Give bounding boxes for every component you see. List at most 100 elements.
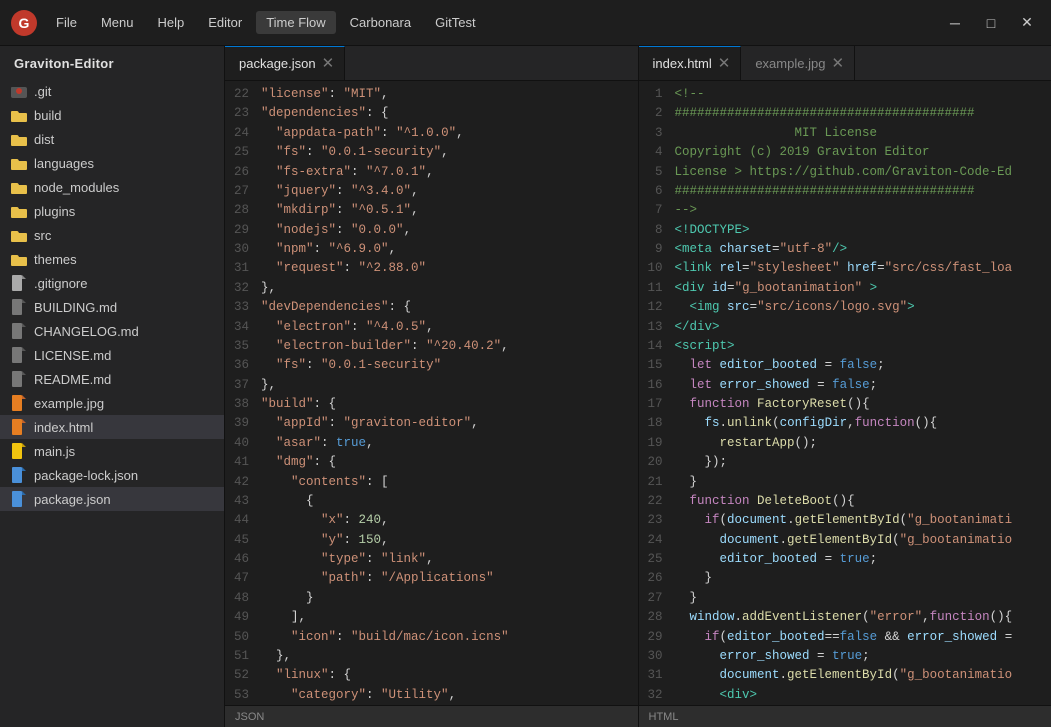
sidebar-item-BUILDING-md[interactable]: BUILDING.md — [0, 295, 224, 319]
code-line: 14<script> — [639, 337, 1051, 356]
line-number: 44 — [225, 511, 261, 530]
menu-item-carbonara[interactable]: Carbonara — [340, 11, 421, 34]
line-number: 13 — [639, 318, 675, 337]
sidebar-item-dist[interactable]: dist — [0, 127, 224, 151]
right-tab-index-html[interactable]: index.html✕ — [639, 46, 742, 80]
right-lang-label: HTML — [639, 705, 1051, 727]
line-number: 28 — [225, 201, 261, 220]
line-content: }); — [675, 453, 1051, 472]
line-number: 4 — [639, 143, 675, 162]
line-content: "contents": [ — [261, 473, 638, 492]
line-content: "dmg": { — [261, 453, 638, 472]
sidebar-item-index-html[interactable]: index.html — [0, 415, 224, 439]
line-content: </div> — [675, 318, 1051, 337]
sidebar-item-themes[interactable]: themes — [0, 247, 224, 271]
line-number: 31 — [225, 259, 261, 278]
menu-item-gittest[interactable]: GitTest — [425, 11, 485, 34]
code-line: 33"devDependencies": { — [225, 298, 638, 317]
line-content: let editor_booted = false; — [675, 356, 1051, 375]
line-content: "electron-builder": "^20.40.2", — [261, 337, 638, 356]
sidebar-item-example-jpg[interactable]: example.jpg — [0, 391, 224, 415]
sidebar-title: Graviton-Editor — [0, 46, 224, 79]
left-tab-close[interactable]: ✕ — [322, 56, 335, 71]
line-number: 18 — [639, 414, 675, 433]
line-number: 25 — [639, 550, 675, 569]
line-number: 40 — [225, 434, 261, 453]
left-tab-label: package.json — [239, 56, 316, 71]
code-line: 25 "fs": "0.0.1-security", — [225, 143, 638, 162]
sidebar-item-CHANGELOG-md[interactable]: CHANGELOG.md — [0, 319, 224, 343]
sidebar-item-README-md[interactable]: README.md — [0, 367, 224, 391]
line-number: 27 — [225, 182, 261, 201]
sidebar-item--git[interactable]: .git — [0, 79, 224, 103]
line-content: "build": { — [261, 395, 638, 414]
code-line: 45 "y": 150, — [225, 531, 638, 550]
line-number: 26 — [225, 163, 261, 182]
line-content: "appdata-path": "^1.0.0", — [261, 124, 638, 143]
line-content: "path": "/Applications" — [261, 569, 638, 588]
code-line: 35 "electron-builder": "^20.40.2", — [225, 337, 638, 356]
code-line: 32}, — [225, 279, 638, 298]
line-number: 43 — [225, 492, 261, 511]
file-icon-package-json — [10, 490, 28, 508]
sidebar: Graviton-Editor .gitbuilddistlanguagesno… — [0, 46, 225, 727]
line-content: "type": "link", — [261, 550, 638, 569]
sidebar-item-package-lock-json[interactable]: package-lock.json — [0, 463, 224, 487]
code-line: 22 function DeleteBoot(){ — [639, 492, 1051, 511]
code-line: 23"dependencies": { — [225, 104, 638, 123]
sidebar-item-LICENSE-md[interactable]: LICENSE.md — [0, 343, 224, 367]
line-number: 15 — [639, 356, 675, 375]
line-number: 30 — [639, 647, 675, 666]
menu-item-editor[interactable]: Editor — [198, 11, 252, 34]
line-number: 10 — [639, 259, 675, 278]
right-tab-example-jpg[interactable]: example.jpg✕ — [741, 46, 855, 80]
sidebar-item-src[interactable]: src — [0, 223, 224, 247]
line-number: 32 — [639, 686, 675, 705]
tab-close-icon[interactable]: ✕ — [718, 56, 731, 71]
code-line: 30 "npm": "^6.9.0", — [225, 240, 638, 259]
line-number: 24 — [225, 124, 261, 143]
line-number: 23 — [639, 511, 675, 530]
maximize-button[interactable]: □ — [977, 9, 1005, 37]
menu-item-menu[interactable]: Menu — [91, 11, 144, 34]
file-icon-src — [10, 226, 28, 244]
code-line: 38"build": { — [225, 395, 638, 414]
menu-item-help[interactable]: Help — [147, 11, 194, 34]
line-number: 6 — [639, 182, 675, 201]
menu-item-file[interactable]: File — [46, 11, 87, 34]
line-content: if(editor_booted==false && error_showed … — [675, 628, 1051, 647]
code-line: 27 } — [639, 589, 1051, 608]
line-number: 34 — [225, 318, 261, 337]
left-tab-package-json[interactable]: package.json ✕ — [225, 46, 345, 80]
sidebar-item-node_modules[interactable]: node_modules — [0, 175, 224, 199]
left-code-scroll[interactable]: 22"license": "MIT",23"dependencies": {24… — [225, 81, 638, 705]
close-button[interactable]: ✕ — [1013, 9, 1041, 37]
line-content: "linux": { — [261, 666, 638, 685]
sidebar-item-plugins[interactable]: plugins — [0, 199, 224, 223]
line-content: <link rel="stylesheet" href="src/css/fas… — [675, 259, 1051, 278]
sidebar-item-main-js[interactable]: main.js — [0, 439, 224, 463]
line-number: 53 — [225, 686, 261, 705]
line-number: 19 — [639, 434, 675, 453]
sidebar-item-label: themes — [34, 252, 77, 267]
sidebar-item-package-json[interactable]: package.json — [0, 487, 224, 511]
code-line: 25 editor_booted = true; — [639, 550, 1051, 569]
minimize-button[interactable]: ─ — [941, 9, 969, 37]
code-line: 32 <div> — [639, 686, 1051, 705]
code-line: 29 "nodejs": "0.0.0", — [225, 221, 638, 240]
right-code-scroll[interactable]: 1<!--2##################################… — [639, 81, 1051, 705]
code-line: 2#######################################… — [639, 104, 1051, 123]
sidebar-item-languages[interactable]: languages — [0, 151, 224, 175]
menu-item-time-flow[interactable]: Time Flow — [256, 11, 335, 34]
sidebar-item--gitignore[interactable]: .gitignore — [0, 271, 224, 295]
line-number: 11 — [639, 279, 675, 298]
editor-area: package.json ✕ 22"license": "MIT",23"dep… — [225, 46, 1051, 727]
code-line: 18 fs.unlink(configDir,function(){ — [639, 414, 1051, 433]
file-icon-example-jpg — [10, 394, 28, 412]
line-content: --> — [675, 201, 1051, 220]
line-content: function DeleteBoot(){ — [675, 492, 1051, 511]
line-content: <script> — [675, 337, 1051, 356]
code-line: 34 "electron": "^4.0.5", — [225, 318, 638, 337]
tab-close-icon[interactable]: ✕ — [831, 56, 844, 71]
sidebar-item-build[interactable]: build — [0, 103, 224, 127]
